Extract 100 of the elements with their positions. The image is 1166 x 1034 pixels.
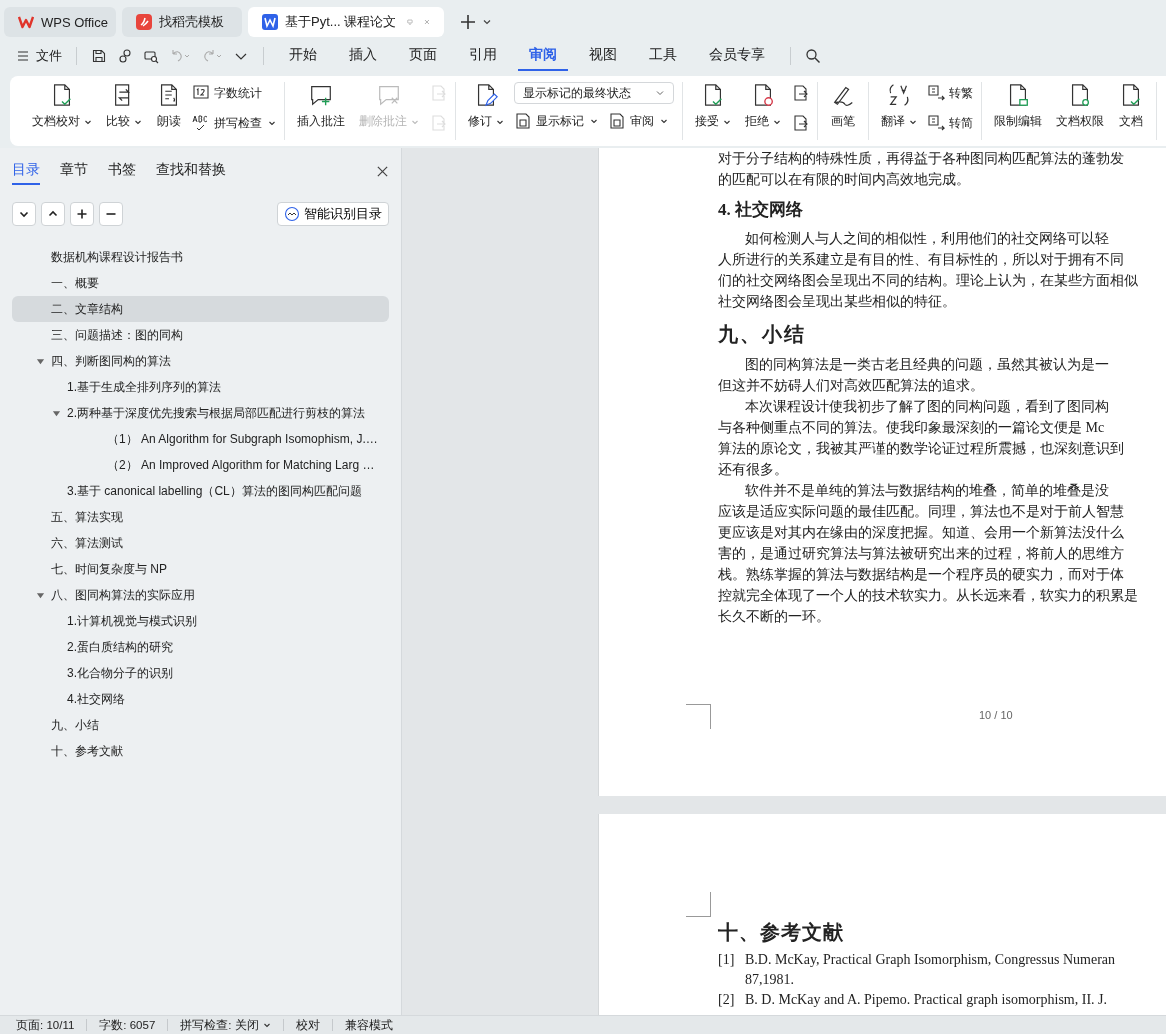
toc-item[interactable]: 4.社交网络 (12, 686, 389, 712)
arrow-document-icon (429, 84, 447, 102)
toc-item[interactable]: 数据机构课程设计报告书 (12, 244, 389, 270)
ribbon-tab[interactable]: 会员专享 (698, 41, 776, 71)
add-button[interactable] (70, 202, 94, 226)
status-item[interactable]: 页面: 10/11 (16, 1017, 75, 1033)
ribbon-button[interactable]: 修订 (464, 82, 508, 130)
ribbon-button[interactable]: 比较 (102, 82, 146, 130)
ribbon-button[interactable]: 文档权限 (1052, 82, 1108, 130)
smart-toc-button[interactable]: 智能识别目录 (277, 202, 389, 226)
reference-number: [2] (718, 991, 736, 1009)
text-convert-icon (927, 114, 945, 132)
toc-item[interactable]: 五、算法实现 (12, 504, 389, 530)
status-item[interactable]: 校对 (295, 1017, 320, 1033)
expand-arrow-icon[interactable] (36, 590, 45, 600)
ribbon-tab[interactable]: 视图 (578, 41, 628, 71)
ribbon-tab[interactable]: 开始 (278, 41, 328, 71)
menu-icon (16, 49, 30, 63)
template-logo-icon (136, 14, 152, 30)
expand-arrow-icon[interactable] (52, 408, 61, 418)
toc-item[interactable]: 3.基于 canonical labelling（CL）算法的图同构匹配问题 (12, 478, 389, 504)
panel-tab[interactable]: 书签 (108, 157, 136, 185)
ribbon-tab[interactable]: 引用 (458, 41, 508, 71)
search-icon[interactable] (805, 48, 821, 64)
arrow-document-icon (429, 114, 447, 132)
ribbon-button[interactable]: 拼写检查 (192, 112, 276, 134)
status-item[interactable]: 兼容模式 (344, 1017, 393, 1033)
text-line: 的匹配可以在有限的时间内高效地完成。 (718, 171, 971, 189)
ribbon-button[interactable]: 字数统计 (192, 82, 276, 104)
text-line: 人所进行的关系建立是有目的性、有目标性的，所以对于拥有不同 (718, 251, 1125, 269)
document-right-arrow-icon[interactable] (791, 112, 809, 134)
ribbon-tab[interactable]: 审阅 (518, 41, 568, 71)
text-line: 们的社交网络图会呈现出不同的结构。理论上认为，在某些方面相似 (718, 272, 1139, 290)
toc-item[interactable]: 二、文章结构 (12, 296, 389, 322)
toc-item[interactable]: 一、概要 (12, 270, 389, 296)
toc-item[interactable]: 四、判断图同构的算法 (12, 348, 389, 374)
text-line: 应该是适应实际问题的最佳匹配。同理，算法也不是对于前人智慧 (718, 503, 1125, 521)
smart-icon (284, 206, 300, 222)
caret-icon (655, 88, 665, 98)
toc-item[interactable]: 2.两种基于深度优先搜索与根据局部匹配进行剪枝的算法 (12, 400, 389, 426)
ribbon-button[interactable]: 限制编辑 (990, 82, 1046, 130)
text-line: 长久不断的一环。 (718, 608, 831, 626)
toc-item[interactable]: 十、参考文献 (12, 738, 389, 764)
save-icon[interactable] (91, 48, 107, 64)
page-number: 10 / 10 (979, 709, 1013, 721)
ribbon-button[interactable]: 显示标记 (514, 110, 598, 132)
ribbon-tab[interactable]: 插入 (338, 41, 388, 71)
toc-item[interactable]: 七、时间复杂度与 NP (12, 556, 389, 582)
print-preview-icon[interactable] (143, 48, 159, 64)
status-item[interactable]: 字数: 6057 (99, 1017, 156, 1033)
caret-icon[interactable] (482, 17, 492, 27)
section-heading: 九、小结 (718, 322, 807, 347)
app-tab[interactable]: 找稻壳模板 (122, 7, 242, 37)
toc-item[interactable]: 九、小结 (12, 712, 389, 738)
text-line: 如何检测人与人之间的相似性，利用他们的社交网络可以轻 (743, 230, 1110, 248)
close-icon[interactable] (376, 164, 389, 178)
new-tab-icon[interactable] (460, 14, 476, 30)
text-line: 算法的原论文，我被其严谨的数学论证过程所震撼，也深刻意识到 (718, 440, 1125, 458)
expand-button[interactable] (12, 202, 36, 226)
status-item[interactable]: 拼写检查: 关闭 (180, 1017, 271, 1033)
ribbon-button[interactable]: 审阅 (608, 110, 668, 132)
collapse-button[interactable] (41, 202, 65, 226)
document-left-arrow-icon[interactable] (791, 82, 809, 104)
expand-arrow-icon[interactable] (36, 356, 45, 366)
panel-tab[interactable]: 章节 (60, 157, 88, 185)
panel-tab[interactable]: 查找和替换 (156, 157, 226, 185)
ribbon-button[interactable]: 转简 (927, 112, 973, 134)
app-tab[interactable]: WPS Office (4, 7, 116, 37)
ribbon-button[interactable]: 文档 (1114, 82, 1148, 130)
ribbon-button[interactable]: 文档校对 (28, 82, 96, 130)
panel-tab[interactable]: 目录 (12, 157, 40, 185)
toc-item[interactable]: 2.蛋白质结构的研究 (12, 634, 389, 660)
toc-item[interactable]: （2） An Improved Algorithm for Matching Larg … (12, 452, 389, 478)
ribbon-button[interactable]: 翻译 (877, 82, 921, 130)
toc-item[interactable]: 1.计算机视觉与模式识别 (12, 608, 389, 634)
ribbon-tab[interactable]: 页面 (398, 41, 448, 71)
toc-item[interactable]: 三、问题描述：图的同构 (12, 322, 389, 348)
text-line: 更应该是对其内在缘由的深度把握。知道、会用一个新算法没什么 (718, 524, 1125, 542)
ribbon-button[interactable]: 拒绝 (741, 82, 785, 130)
text-line: 图的同构算法是一类古老且经典的问题，虽然其被认为是一 (743, 356, 1110, 374)
arrow-document-icon (791, 114, 809, 132)
link-icon[interactable] (117, 48, 133, 64)
toc-item[interactable]: 六、算法测试 (12, 530, 389, 556)
remove-button[interactable] (99, 202, 123, 226)
reference-number: [1] (718, 951, 736, 969)
ribbon-button[interactable]: 转繁 (927, 82, 973, 104)
ribbon-button[interactable]: 插入批注 (293, 82, 349, 130)
markup-dropdown[interactable]: 显示标记的最终状态 (514, 82, 674, 104)
panel-icon (608, 112, 626, 130)
toc-item[interactable]: 3.化合物分子的识别 (12, 660, 389, 686)
wps-logo-icon (18, 14, 34, 30)
ribbon-button[interactable]: 画笔 (826, 82, 860, 130)
toc-item[interactable]: 八、图同构算法的实际应用 (12, 582, 389, 608)
file-menu[interactable]: 文件 (16, 47, 62, 65)
text-line: 害的，是通过研究算法与算法被研究出来的过程，将前人的思维方 (718, 545, 1125, 563)
ribbon-button[interactable]: 接受 (691, 82, 735, 130)
ribbon-button[interactable]: 朗读 (152, 82, 186, 130)
ribbon-tab[interactable]: 工具 (638, 41, 688, 71)
toc-item[interactable]: （1） An Algorithm for Subgraph Isomophism, J.… (12, 426, 389, 452)
toc-item[interactable]: 1.基于生成全排列序列的算法 (12, 374, 389, 400)
